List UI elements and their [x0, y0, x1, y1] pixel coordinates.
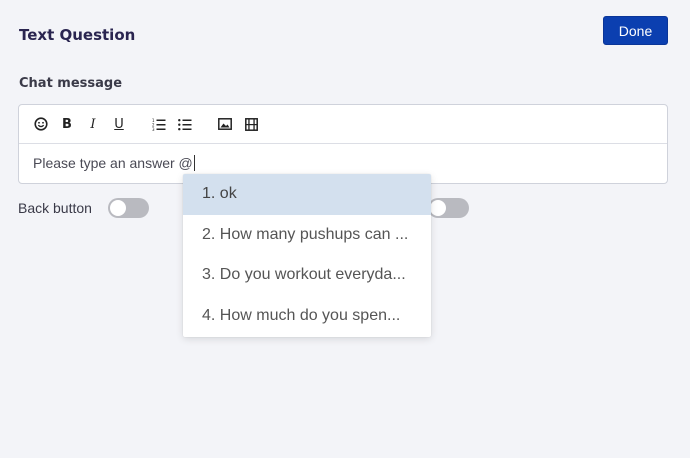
back-button-toggle[interactable] [108, 198, 149, 218]
mention-option[interactable]: 3. Do you workout everyda... [183, 255, 431, 296]
ordered-list-icon[interactable]: 123 [150, 115, 168, 133]
editor-content[interactable]: Please type an answer @ [33, 155, 195, 171]
editor-text: Please type an answer @ [33, 155, 193, 171]
italic-icon[interactable]: I [84, 115, 102, 133]
back-button-label: Back button [18, 200, 92, 216]
bold-icon[interactable]: B [58, 115, 76, 133]
underline-icon[interactable]: U [110, 115, 128, 133]
editor-toolbar: B I U 123 [19, 105, 667, 144]
emoji-icon[interactable] [32, 115, 50, 133]
svg-text:3: 3 [152, 127, 155, 131]
page-title: Text Question [19, 26, 136, 44]
text-caret [193, 155, 195, 171]
bullet-list-icon[interactable] [176, 115, 194, 133]
mention-option[interactable]: 2. How many pushups can ... [183, 215, 431, 256]
chat-message-label: Chat message [19, 76, 123, 91]
image-icon[interactable] [216, 115, 234, 133]
toggle-knob [110, 200, 126, 216]
done-button[interactable]: Done [603, 16, 668, 45]
chat-message-editor[interactable]: B I U 123 Please type an answer @ [18, 104, 668, 184]
mention-dropdown: 1. ok 2. How many pushups can ... 3. Do … [183, 174, 431, 337]
second-toggle[interactable] [428, 198, 469, 218]
video-icon[interactable] [242, 115, 260, 133]
toggle-knob [430, 200, 446, 216]
mention-option[interactable]: 1. ok [183, 174, 431, 215]
mention-option[interactable]: 4. How much do you spen... [183, 296, 431, 337]
